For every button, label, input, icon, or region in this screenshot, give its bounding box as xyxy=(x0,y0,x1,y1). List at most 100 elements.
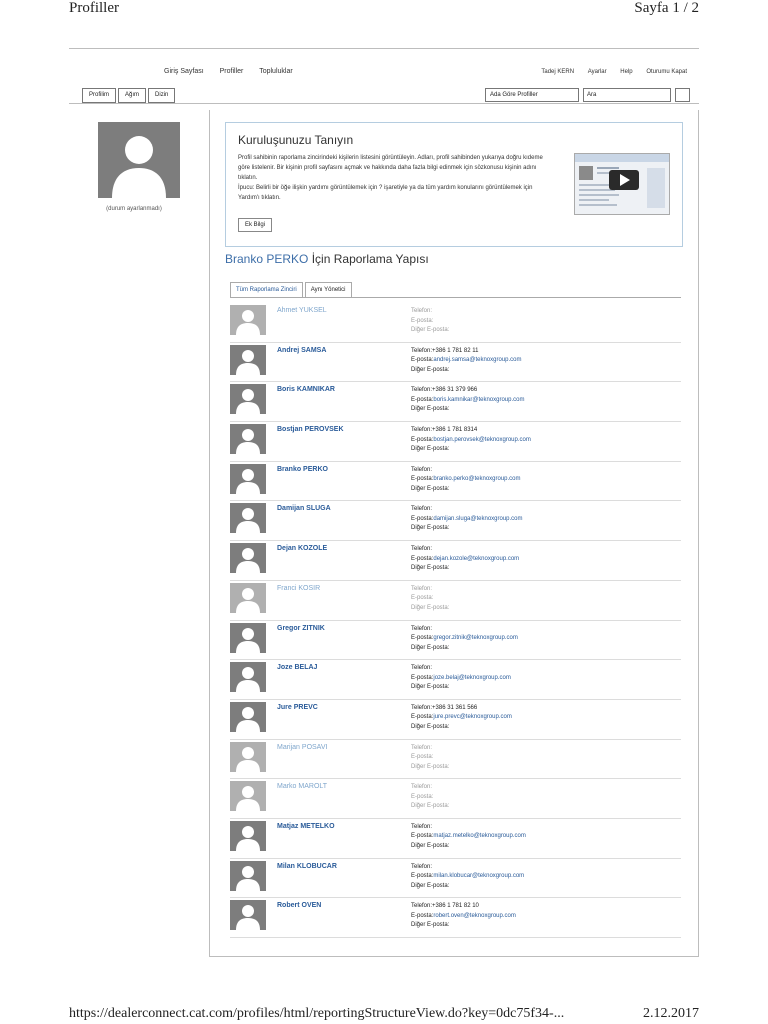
email-label: E-posta: xyxy=(411,357,434,364)
person-name-link[interactable]: Andrej SAMSA xyxy=(277,347,326,354)
profile-owner-name[interactable]: Branko PERKO xyxy=(225,252,308,266)
avatar[interactable] xyxy=(230,463,266,494)
email-link[interactable]: joze.belaj@teknoxgroup.com xyxy=(433,675,510,681)
phone-line: Telefon: xyxy=(411,545,519,555)
other-email-line: Diğer E-posta: xyxy=(411,921,516,931)
list-item: Damijan SLUGA Telefon: E-posta:damijan.slu… xyxy=(230,501,681,542)
welcome-title: Kuruluşunuzu Tanıyın xyxy=(238,133,354,147)
phone-line: Telefon: xyxy=(411,585,449,595)
logout-link[interactable]: Oturumu Kapat xyxy=(646,69,687,75)
avatar[interactable] xyxy=(230,820,266,851)
email-link[interactable]: gregor.zitnik@teknoxgroup.com xyxy=(433,635,517,641)
avatar[interactable] xyxy=(230,622,266,653)
person-name-link[interactable]: Matjaz METELKO xyxy=(277,823,335,830)
person-name-link[interactable]: Dejan KOZOLE xyxy=(277,545,327,552)
email-link[interactable]: milan.klobucar@teknoxgroup.com xyxy=(433,873,524,879)
person-name-link[interactable]: Franci KOSIR xyxy=(277,585,320,592)
email-link[interactable]: dejan.kozole@teknoxgroup.com xyxy=(433,556,519,562)
email-line: E-posta:bostjan.perovsek@teknoxgroup.com xyxy=(411,436,531,446)
avatar[interactable] xyxy=(230,305,266,335)
person-silhouette-icon xyxy=(236,310,260,335)
email-link[interactable]: boris.kamnikar@teknoxgroup.com xyxy=(433,397,524,403)
email-line: E-posta:matjaz.metelko@teknoxgroup.com xyxy=(411,832,526,842)
avatar[interactable] xyxy=(230,900,266,931)
settings-link[interactable]: Ayarlar xyxy=(588,69,607,75)
other-email-label: Diğer E-posta: xyxy=(411,327,450,333)
person-name-link[interactable]: Milan KLOBUCAR xyxy=(277,863,337,870)
avatar[interactable] xyxy=(230,424,266,455)
avatar[interactable] xyxy=(230,701,266,732)
other-email-label: Diğer E-posta: xyxy=(411,842,450,849)
tab-my-profile[interactable]: Profilim xyxy=(82,88,117,103)
person-name-link[interactable]: Gregor ZITNIK xyxy=(277,625,325,632)
phone-label: Telefon: xyxy=(411,308,433,314)
email-link[interactable]: bostjan.perovsek@teknoxgroup.com xyxy=(433,437,530,443)
tab-directory[interactable]: Dizin xyxy=(148,88,176,103)
help-link[interactable]: Help xyxy=(620,69,632,75)
search-scope-select[interactable]: Ada Göre Profiller xyxy=(485,88,579,102)
phone-line: Telefon:+386 31 379 966 xyxy=(411,386,525,396)
avatar[interactable] xyxy=(230,344,266,375)
avatar[interactable] xyxy=(230,503,266,534)
phone-line: Telefon: xyxy=(411,863,524,873)
email-link[interactable]: jure.prevc@teknoxgroup.com xyxy=(433,714,511,720)
email-link[interactable]: branko.perko@teknoxgroup.com xyxy=(433,476,520,482)
phone-value: +386 1 781 82 10 xyxy=(432,903,479,910)
email-link[interactable]: andrej.samsa@teknoxgroup.com xyxy=(433,357,521,363)
nav-communities-link[interactable]: Topluluklar xyxy=(259,68,292,75)
phone-label: Telefon: xyxy=(411,823,433,830)
person-name-link[interactable]: Branko PERKO xyxy=(277,466,328,473)
phone-value: +386 31 361 566 xyxy=(432,704,478,711)
avatar[interactable] xyxy=(230,781,266,812)
email-label: E-posta: xyxy=(411,317,434,324)
person-name-link[interactable]: Marko MAROLT xyxy=(277,783,327,790)
status-message[interactable]: (durum ayarlanmadı) xyxy=(79,206,189,212)
nav-profiles-link[interactable]: Profiller xyxy=(220,68,244,75)
tab-network[interactable]: Ağım xyxy=(118,88,147,103)
person-name-link[interactable]: Bostjan PEROVSEK xyxy=(277,426,344,433)
person-name-link[interactable]: Jure PREVC xyxy=(277,704,318,711)
person-contact-info: Telefon:+386 1 781 8314 E-posta:bostjan.p… xyxy=(411,426,531,455)
tour-video-thumbnail[interactable] xyxy=(574,153,670,215)
email-link[interactable]: damijan.sluga@teknoxgroup.com xyxy=(433,516,522,522)
page-title-suffix: İçin Raporlama Yapısı xyxy=(311,252,429,266)
more-info-button[interactable]: Ek Bilgi xyxy=(238,218,273,232)
person-contact-info: Telefon:+386 1 781 82 11 E-posta:andrej.s… xyxy=(411,347,522,376)
person-name-link[interactable]: Ahmet YUKSEL xyxy=(277,307,327,314)
avatar[interactable] xyxy=(230,582,266,613)
avatar[interactable] xyxy=(230,741,266,772)
other-email-line: Diğer E-posta: xyxy=(411,485,521,495)
person-contact-info: Telefon: E-posta:matjaz.metelko@teknoxgro… xyxy=(411,823,526,852)
person-name-link[interactable]: Robert OVEN xyxy=(277,902,321,909)
email-link[interactable]: matjaz.metelko@teknoxgroup.com xyxy=(433,833,525,839)
avatar[interactable] xyxy=(230,662,266,693)
search-input[interactable]: Ara xyxy=(583,88,671,102)
print-footer-url: https://dealerconnect.cat.com/profiles/h… xyxy=(69,1006,565,1021)
person-silhouette-icon xyxy=(236,905,260,931)
person-name-link[interactable]: Damijan SLUGA xyxy=(277,505,331,512)
avatar[interactable] xyxy=(230,543,266,574)
other-email-line: Diğer E-posta: xyxy=(411,683,511,693)
other-email-line: Diğer E-posta: xyxy=(411,604,449,614)
avatar[interactable] xyxy=(230,384,266,415)
email-label: E-posta: xyxy=(411,793,434,800)
list-item: Marko MAROLT Telefon: E-posta: Diğer E-post… xyxy=(230,779,681,819)
user-name-link[interactable]: Tadej KERN xyxy=(541,69,574,75)
nav-home-link[interactable]: Giriş Sayfası xyxy=(164,68,204,75)
avatar[interactable] xyxy=(98,122,180,198)
phone-line: Telefon: xyxy=(411,625,518,635)
person-name-link[interactable]: Boris KAMNIKAR xyxy=(277,386,335,393)
email-link[interactable]: robert.oven@teknoxgroup.com xyxy=(433,913,515,919)
list-item: Gregor ZITNIK Telefon: E-posta:gregor.zitn… xyxy=(230,621,681,661)
tab-full-reporting-chain[interactable]: Tüm Raporlama Zinciri xyxy=(230,282,303,298)
person-name-link[interactable]: Marijan POSAVI xyxy=(277,744,327,751)
person-contact-info: Telefon: E-posta:gregor.zitnik@teknoxgrou… xyxy=(411,625,518,654)
avatar[interactable] xyxy=(230,860,266,891)
other-email-label: Diğer E-posta: xyxy=(411,485,450,492)
tab-same-manager[interactable]: Aynı Yönetici xyxy=(304,282,352,298)
person-silhouette-icon xyxy=(236,587,260,613)
phone-label: Telefon: xyxy=(411,466,433,473)
person-name-link[interactable]: Joze BELAJ xyxy=(277,664,317,671)
phone-line: Telefon: xyxy=(411,744,449,754)
search-button[interactable] xyxy=(675,88,690,102)
